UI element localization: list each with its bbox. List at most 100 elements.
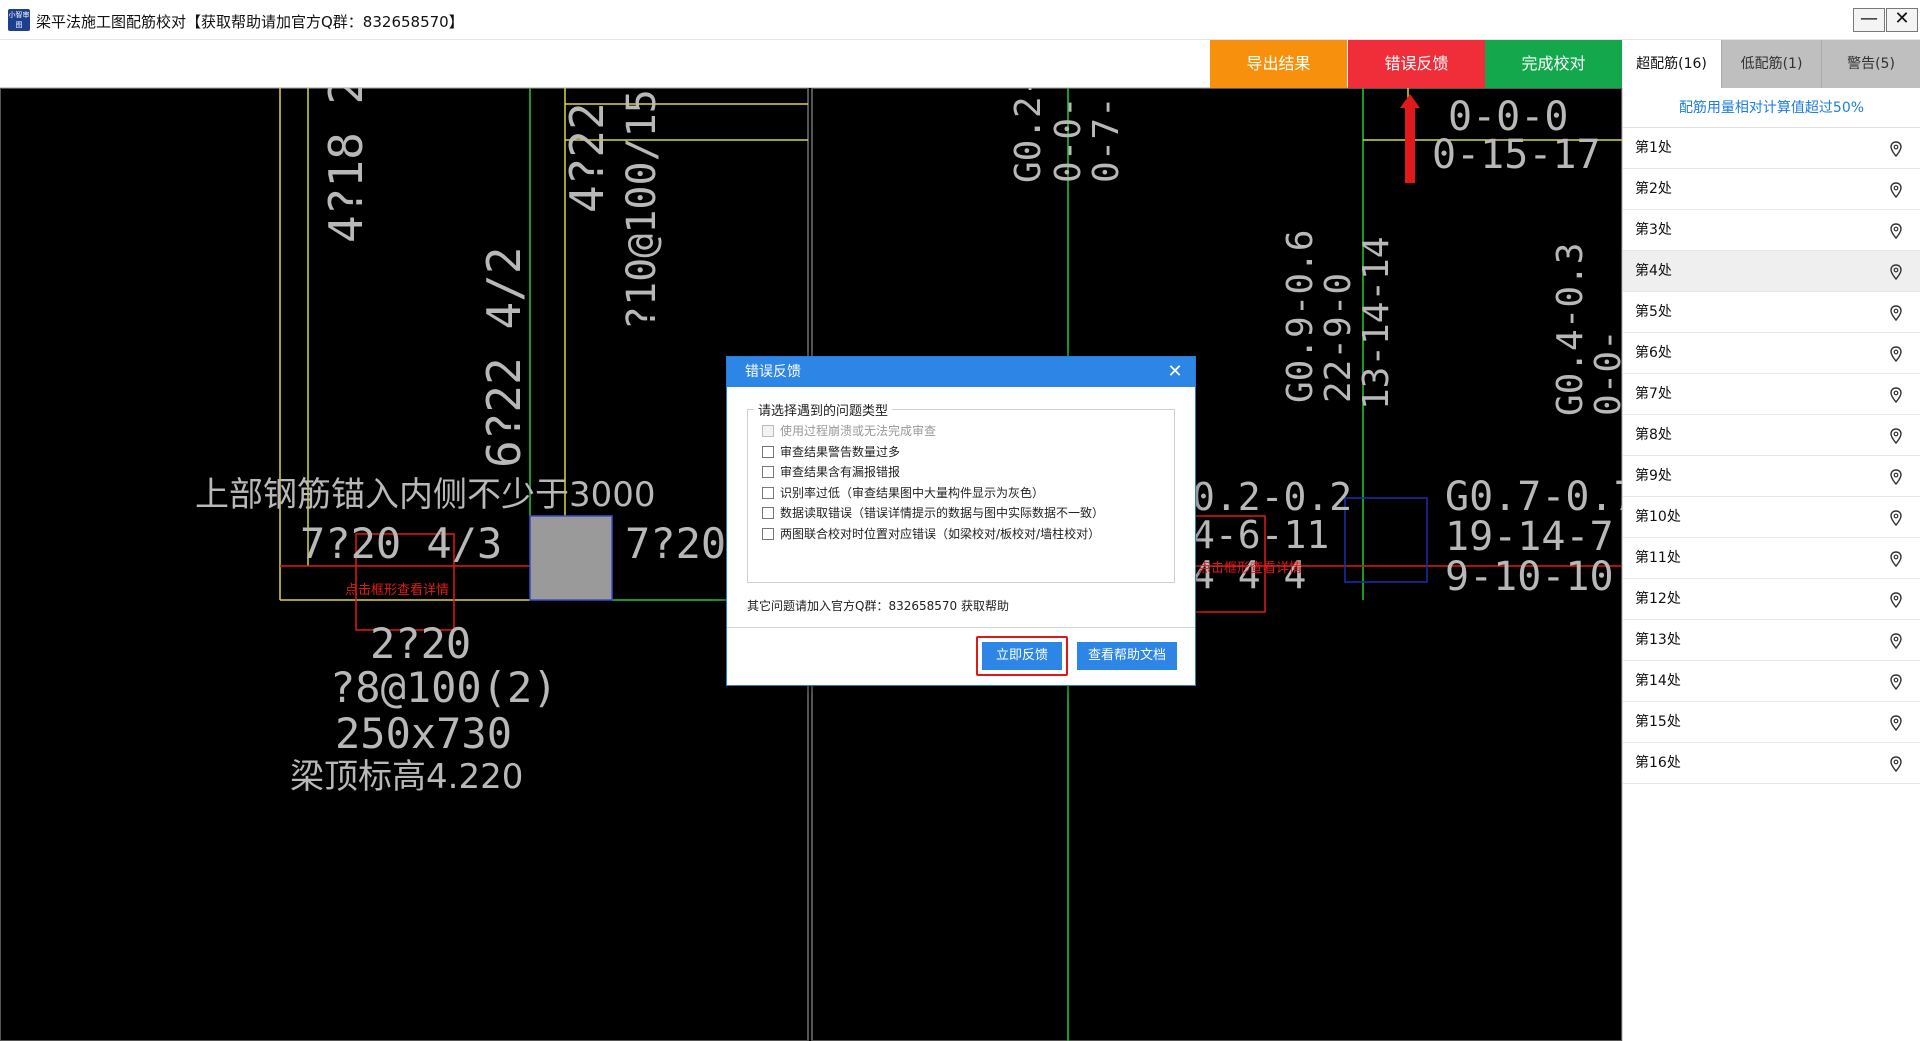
issue-list-item[interactable]: 第3处	[1623, 210, 1920, 251]
rebar-label-vertical: 0-7-	[1086, 96, 1127, 183]
rebar-label: 9-10-10	[1445, 554, 1614, 600]
help-doc-button[interactable]: 查看帮助文档	[1077, 642, 1177, 670]
red-arrow-icon	[1400, 94, 1420, 183]
top-rebar-label: 7?20 4/3	[300, 519, 502, 568]
close-button[interactable]: ✕	[1886, 8, 1918, 32]
issue-list-item[interactable]: 第11处	[1623, 538, 1920, 579]
issue-item-label: 第4处	[1635, 263, 1672, 279]
issue-list-item[interactable]: 第1处	[1623, 128, 1920, 169]
issue-list-panel: 配筋用量相对计算值超过50% 第1处 第2处 第3处 第4处 第5处 第6处 第7处 第8处第…	[1622, 88, 1920, 1041]
issue-list-item[interactable]: 第9处	[1623, 456, 1920, 497]
map-pin-icon[interactable]	[1890, 510, 1902, 526]
minimize-button[interactable]: —	[1853, 8, 1885, 32]
map-pin-icon[interactable]	[1890, 715, 1902, 731]
rebar-label-vertical: 6?22 4/2	[477, 246, 531, 468]
option-checkbox[interactable]	[762, 486, 774, 499]
option-checkbox[interactable]	[762, 445, 774, 458]
map-pin-icon[interactable]	[1890, 674, 1902, 690]
option-checkbox	[762, 425, 774, 437]
option-label: 审查结果警告数量过多	[780, 444, 901, 459]
issue-item-label: 第14处	[1635, 673, 1681, 689]
option-label: 识别率过低（审查结果图中大量构件显示为灰色）	[780, 485, 1045, 500]
problem-option[interactable]: 识别率过低（审查结果图中大量构件显示为灰色）	[762, 484, 1044, 502]
issue-list: 第1处第2处第3处第4处第5处第6处第7处第8处第9处第10处第11处第12处第…	[1623, 128, 1920, 784]
problem-option: 使用过程崩溃或无法完成审查	[762, 422, 936, 440]
issue-list-item[interactable]: 第7处	[1623, 374, 1920, 415]
option-checkbox[interactable]	[762, 527, 774, 540]
option-checkbox[interactable]	[762, 507, 774, 519]
problem-option[interactable]: 数据读取错误（错误详情提示的数据与图中实际数据不一致）	[762, 504, 1104, 522]
option-label: 使用过程崩溃或无法完成审查	[780, 424, 937, 438]
issue-list-item[interactable]: 第13处	[1623, 620, 1920, 661]
map-pin-icon[interactable]	[1890, 387, 1902, 403]
option-checkbox[interactable]	[762, 466, 774, 478]
rebar-label: 0-15-17	[1432, 132, 1601, 178]
issue-list-item[interactable]: 第5处	[1623, 292, 1920, 333]
app-window: 小智审图 梁平法施工图配筋校对【获取帮助请加官方Q群：832658570】 — …	[0, 0, 1920, 1041]
issue-list-item[interactable]: 第10处	[1623, 497, 1920, 538]
option-label: 两图联合校对时位置对应错误（如梁校对/板校对/墙柱校对）	[780, 526, 1101, 541]
app-logo: 小智审图	[8, 9, 30, 31]
issue-item-label: 第7处	[1635, 386, 1672, 402]
side-tabs: 超配筋(16) 低配筋(1) 警告(5)	[1622, 40, 1920, 88]
dialog-divider	[727, 627, 1195, 628]
map-pin-icon[interactable]	[1890, 469, 1902, 485]
elevation-label: 梁顶标高4.220	[290, 757, 523, 797]
submit-feedback-button[interactable]: 立即反馈	[982, 642, 1062, 670]
issue-list-item[interactable]: 第12处	[1623, 579, 1920, 620]
issue-item-label: 第9处	[1635, 468, 1672, 484]
title-bar: 小智审图 梁平法施工图配筋校对【获取帮助请加官方Q群：832658570】 — …	[0, 0, 1920, 40]
map-pin-icon[interactable]	[1890, 428, 1902, 444]
issue-item-label: 第2处	[1635, 181, 1672, 197]
issue-item-label: 第16处	[1635, 755, 1681, 771]
map-pin-icon[interactable]	[1890, 592, 1902, 608]
map-pin-icon[interactable]	[1890, 141, 1902, 157]
map-pin-icon[interactable]	[1890, 305, 1902, 321]
issue-item-label: 第6处	[1635, 345, 1672, 361]
rebar-label-vertical: 13-14-14	[1356, 237, 1397, 410]
click-hint: 点击框形查看详情	[1198, 560, 1302, 576]
issue-list-item[interactable]: 第14处	[1623, 661, 1920, 702]
feedback-dialog: 错误反馈 ✕ 请选择遇到的问题类型 使用过程崩溃或无法完成审查 审查结果警告数量过…	[726, 356, 1196, 686]
issue-item-label: 第10处	[1635, 509, 1681, 525]
issue-item-label: 第11处	[1635, 550, 1681, 566]
problem-option[interactable]: 两图联合校对时位置对应错误（如梁校对/板校对/墙柱校对）	[762, 525, 1100, 543]
issue-list-item[interactable]: 第6处	[1623, 333, 1920, 374]
section-label: 250x730	[335, 709, 512, 758]
column	[529, 515, 613, 601]
problem-option[interactable]: 审查结果含有漏报错报	[762, 463, 900, 481]
rebar-label-vertical: G0.4-0.3	[1550, 243, 1591, 416]
tab-over-reinforced[interactable]: 超配筋(16)	[1622, 40, 1721, 88]
issue-item-label: 第1处	[1635, 140, 1672, 156]
issue-item-label: 第5处	[1635, 304, 1672, 320]
issue-list-item[interactable]: 第2处	[1623, 169, 1920, 210]
tab-under-reinforced[interactable]: 低配筋(1)	[1721, 40, 1821, 88]
map-pin-icon[interactable]	[1890, 264, 1902, 280]
tab-warnings[interactable]: 警告(5)	[1821, 40, 1920, 88]
error-feedback-button[interactable]: 错误反馈	[1348, 40, 1485, 88]
dialog-close-icon[interactable]: ✕	[1165, 357, 1185, 387]
export-results-button[interactable]: 导出结果	[1210, 40, 1347, 88]
problem-type-group: 请选择遇到的问题类型 使用过程崩溃或无法完成审查 审查结果警告数量过多审查结果含有…	[747, 400, 1175, 583]
issue-item-label: 第12处	[1635, 591, 1681, 607]
issue-list-item[interactable]: 第15处	[1623, 702, 1920, 743]
dialog-title: 错误反馈	[745, 364, 801, 380]
group-label: 请选择遇到的问题类型	[754, 400, 893, 419]
issue-item-label: 第8处	[1635, 427, 1672, 443]
map-pin-icon[interactable]	[1890, 633, 1902, 649]
map-pin-icon[interactable]	[1890, 551, 1902, 567]
bottom-rebar-label: 2?20	[370, 619, 471, 668]
map-pin-icon[interactable]	[1890, 756, 1902, 772]
rebar-label-vertical: 4?18 2/2	[319, 88, 373, 243]
issue-list-item[interactable]: 第8处	[1623, 415, 1920, 456]
map-pin-icon[interactable]	[1890, 182, 1902, 198]
map-pin-icon[interactable]	[1890, 223, 1902, 239]
rebar-label-vertical: 0-0-	[1048, 96, 1089, 183]
issue-list-item[interactable]: 第4处	[1623, 251, 1920, 292]
rebar-label: 4-6-11	[1192, 513, 1329, 557]
problem-option[interactable]: 审查结果警告数量过多	[762, 443, 900, 461]
issue-list-item[interactable]: 第16处	[1623, 743, 1920, 784]
complete-check-button[interactable]: 完成校对	[1485, 40, 1622, 88]
map-pin-icon[interactable]	[1890, 346, 1902, 362]
stirrup-label-vertical: ?10@100/150(2)	[619, 88, 665, 330]
